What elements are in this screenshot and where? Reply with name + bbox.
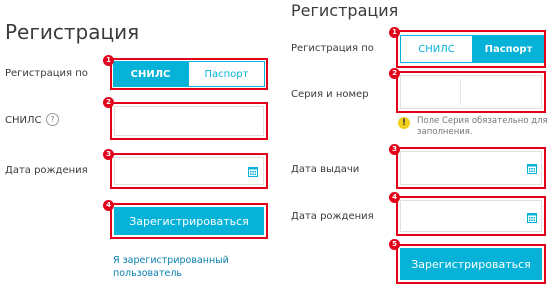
- issue-date-label: Дата выдачи: [291, 164, 360, 175]
- warning-icon: !: [398, 117, 410, 129]
- birth-date-input[interactable]: [400, 200, 542, 232]
- page-title: Регистрация: [5, 20, 140, 44]
- highlight-frame-5: Зарегистрироваться: [396, 244, 546, 284]
- issue-date-input[interactable]: [400, 151, 542, 185]
- registration-method-toggle: СНИЛС Паспорт: [113, 61, 265, 87]
- step-marker-1: 1: [103, 55, 114, 66]
- birth-date-label: Дата рождения: [5, 165, 88, 176]
- registration-form-passport: Регистрация Регистрация по СНИЛС Паспорт…: [287, 0, 555, 290]
- series-number-divider: [460, 79, 461, 105]
- highlight-frame-1: СНИЛС Паспорт: [396, 30, 546, 68]
- calendar-icon[interactable]: [527, 212, 537, 223]
- registration-form-snils: Регистрация Регистрация по СНИЛС Паспорт…: [0, 0, 275, 290]
- step-marker-2: 2: [103, 97, 114, 108]
- step-marker-3: 3: [389, 144, 400, 155]
- highlight-frame-3: [396, 147, 546, 189]
- birth-date-input[interactable]: [114, 157, 264, 185]
- step-marker-4: 4: [103, 200, 114, 211]
- registration-method-label: Регистрация по: [291, 43, 374, 54]
- register-button[interactable]: Зарегистрироваться: [114, 207, 264, 235]
- segment-passport[interactable]: Паспорт: [473, 35, 544, 63]
- segment-snils[interactable]: СНИЛС: [113, 61, 188, 87]
- step-marker-5: 5: [389, 239, 400, 250]
- calendar-icon[interactable]: [527, 163, 537, 174]
- series-number-input[interactable]: [400, 75, 542, 109]
- step-marker-3: 3: [103, 149, 114, 160]
- registration-method-toggle: СНИЛС Паспорт: [400, 35, 544, 63]
- birth-date-label: Дата рождения: [291, 211, 374, 222]
- highlight-frame-2: [396, 71, 546, 113]
- registration-method-label: Регистрация по: [5, 68, 88, 79]
- registered-user-link[interactable]: Я зарегистрированный пользователь: [113, 254, 243, 280]
- calendar-icon[interactable]: [248, 166, 258, 177]
- step-marker-4: 4: [389, 192, 400, 203]
- register-button[interactable]: Зарегистрироваться: [400, 248, 542, 280]
- snils-input[interactable]: [114, 106, 264, 136]
- highlight-frame-4: Зарегистрироваться: [110, 203, 268, 239]
- highlight-frame-4: [396, 196, 546, 236]
- highlight-frame-1: СНИЛС Паспорт: [110, 58, 268, 90]
- step-marker-1: 1: [389, 27, 400, 38]
- series-number-label: Серия и номер: [291, 89, 369, 100]
- segment-passport[interactable]: Паспорт: [188, 61, 265, 87]
- page-title: Регистрация: [291, 1, 399, 20]
- highlight-frame-2: [110, 102, 268, 140]
- snils-label: СНИЛС: [5, 115, 42, 126]
- help-icon[interactable]: ?: [46, 113, 59, 126]
- segment-snils[interactable]: СНИЛС: [400, 35, 473, 63]
- step-marker-2: 2: [389, 68, 400, 79]
- highlight-frame-3: [110, 153, 268, 189]
- series-error-message: Поле Серия обязательно для заполнения.: [417, 116, 548, 137]
